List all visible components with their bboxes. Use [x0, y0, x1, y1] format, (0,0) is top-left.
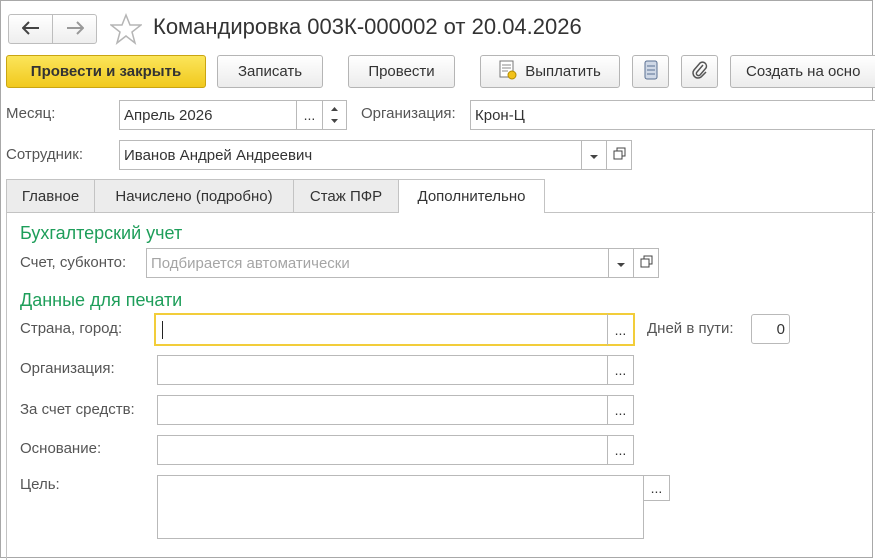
tab-accrued-detailed[interactable]: Начислено (подробно): [94, 179, 294, 212]
country-city-select-button[interactable]: ...: [607, 313, 635, 346]
arrow-left-icon: [21, 19, 40, 40]
text-cursor: [162, 320, 163, 339]
list-icon: [644, 60, 658, 84]
print-organization-field[interactable]: [157, 355, 609, 385]
post-and-close-button[interactable]: Провести и закрыть: [6, 55, 206, 88]
attachments-button[interactable]: [681, 55, 718, 88]
tab-panel-left-border: [6, 212, 7, 560]
basis-field[interactable]: [157, 435, 609, 465]
tab-pfr-experience[interactable]: Стаж ПФР: [293, 179, 399, 212]
arrow-right-icon: [66, 19, 84, 40]
accounting-section-title: Бухгалтерский учет: [20, 223, 183, 243]
pay-document-icon: [499, 60, 517, 84]
month-field[interactable]: Апрель 2026: [119, 100, 297, 130]
purpose-label: Цель:: [20, 476, 60, 493]
pay-button-label: Выплатить: [525, 63, 601, 80]
country-city-label: Страна, город:: [20, 320, 123, 337]
organization-label: Организация:: [361, 105, 456, 122]
print-organization-select-button[interactable]: ...: [607, 355, 634, 385]
chevron-down-icon: [589, 147, 599, 163]
tab-main[interactable]: Главное: [6, 179, 95, 212]
month-spinner[interactable]: [322, 100, 347, 130]
purpose-textarea[interactable]: [157, 475, 644, 539]
tab-additional[interactable]: Дополнительно: [398, 179, 545, 213]
month-select-button[interactable]: ...: [296, 100, 323, 130]
chevron-down-icon: [616, 255, 626, 271]
employee-open-button[interactable]: [606, 140, 632, 170]
basis-select-button[interactable]: ...: [607, 435, 634, 465]
paperclip-icon: [691, 60, 708, 84]
print-data-section-title: Данные для печати: [20, 290, 183, 310]
basis-label: Основание:: [20, 440, 102, 457]
country-city-field[interactable]: [154, 313, 609, 346]
post-button[interactable]: Провести: [348, 55, 455, 88]
pay-button[interactable]: Выплатить: [480, 55, 620, 88]
purpose-select-button[interactable]: ...: [643, 475, 670, 501]
days-on-road-field[interactable]: 0: [751, 314, 790, 344]
create-based-on-button[interactable]: Создать на осно: [730, 55, 875, 88]
funding-label: За счет средств:: [20, 401, 135, 418]
funding-field[interactable]: [157, 395, 609, 425]
days-on-road-label: Дней в пути:: [647, 320, 734, 337]
save-button[interactable]: Записать: [217, 55, 323, 88]
open-window-icon: [640, 255, 653, 271]
employee-label: Сотрудник:: [6, 146, 84, 163]
window-title: Командировка 003К-000002 от 20.04.2026: [153, 14, 582, 39]
favorite-star-icon[interactable]: [108, 12, 144, 45]
report-list-button[interactable]: [632, 55, 669, 88]
funding-select-button[interactable]: ...: [607, 395, 634, 425]
account-dropdown-button[interactable]: [608, 248, 634, 278]
account-field[interactable]: Подбирается автоматически: [146, 248, 609, 278]
employee-dropdown-button[interactable]: [581, 140, 607, 170]
organization-field[interactable]: Крон-Ц: [470, 100, 875, 130]
back-button[interactable]: [8, 14, 53, 44]
forward-button[interactable]: [52, 14, 97, 44]
account-open-button[interactable]: [633, 248, 659, 278]
account-label: Счет, субконто:: [20, 254, 127, 271]
month-label: Месяц:: [6, 105, 56, 122]
employee-field[interactable]: Иванов Андрей Андреевич: [119, 140, 582, 170]
open-window-icon: [613, 147, 626, 163]
print-organization-label: Организация:: [20, 360, 115, 377]
